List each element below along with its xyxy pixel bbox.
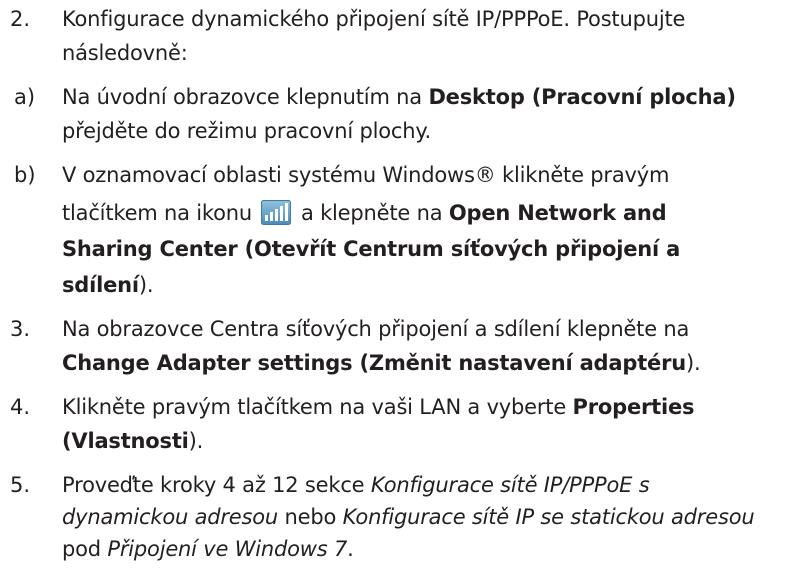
step-text-line: Change Adapter settings (Změnit nastaven… (62, 351, 701, 375)
step-text-line: přejděte do režimu pracovní plochy. (62, 119, 432, 143)
emphasis-term: Sharing Center (Otevřít Centrum síťových… (62, 237, 681, 261)
emphasis-term: Properties (572, 395, 695, 419)
emphasis-term: Open Network and (448, 201, 667, 225)
step-text-line: sdílení). (62, 273, 154, 297)
step-text-line: pod Připojení ve Windows 7. (62, 537, 354, 561)
substep-marker: a) (14, 85, 36, 109)
step-number: 2. (10, 7, 31, 31)
step-number: 4. (10, 395, 31, 419)
emphasis-term: Desktop (Pracovní plocha) (428, 85, 736, 109)
step-text-line: následovně: (62, 41, 188, 65)
step-number: 5. (10, 473, 31, 497)
step-text-line: V oznamovací oblasti systému Windows® kl… (62, 163, 670, 187)
step-text-line: Konfigurace dynamického připojení sítě I… (62, 7, 686, 31)
step-number: 3. (10, 317, 31, 341)
substep-marker: b) (14, 163, 36, 187)
step-text-line: Na obrazovce Centra síťových připojení a… (62, 317, 690, 341)
emphasis-term: (Vlastnosti (62, 429, 189, 453)
emphasis-term: sdílení (62, 273, 139, 297)
instruction-document: 2. Konfigurace dynamického připojení sít… (0, 0, 801, 569)
step-text-line: Na úvodní obrazovce klepnutím na Desktop… (62, 85, 736, 109)
step-text-line: (Vlastnosti). (62, 429, 204, 453)
reference-term: Připojení ve Windows 7 (107, 537, 348, 561)
reference-term: Konfigurace sítě IP/PPPoE s (370, 473, 650, 497)
step-text-line: tlačítkem na ikonu a klepněte na Open Ne… (62, 200, 667, 225)
step-text-line: dynamickou adresou nebo Konfigurace sítě… (62, 505, 755, 529)
reference-term: Konfigurace sítě IP se statickou adresou (342, 505, 755, 529)
step-text-line: Klikněte pravým tlačítkem na vaši LAN a … (62, 395, 695, 419)
step-text-line: Proveďte kroky 4 až 12 sekce Konfigurace… (62, 473, 650, 497)
emphasis-term: Change Adapter settings (Změnit nastaven… (62, 351, 686, 375)
network-signal-icon (261, 200, 292, 225)
reference-term: dynamickou adresou (62, 505, 279, 529)
step-text-line: Sharing Center (Otevřít Centrum síťových… (62, 235, 680, 263)
